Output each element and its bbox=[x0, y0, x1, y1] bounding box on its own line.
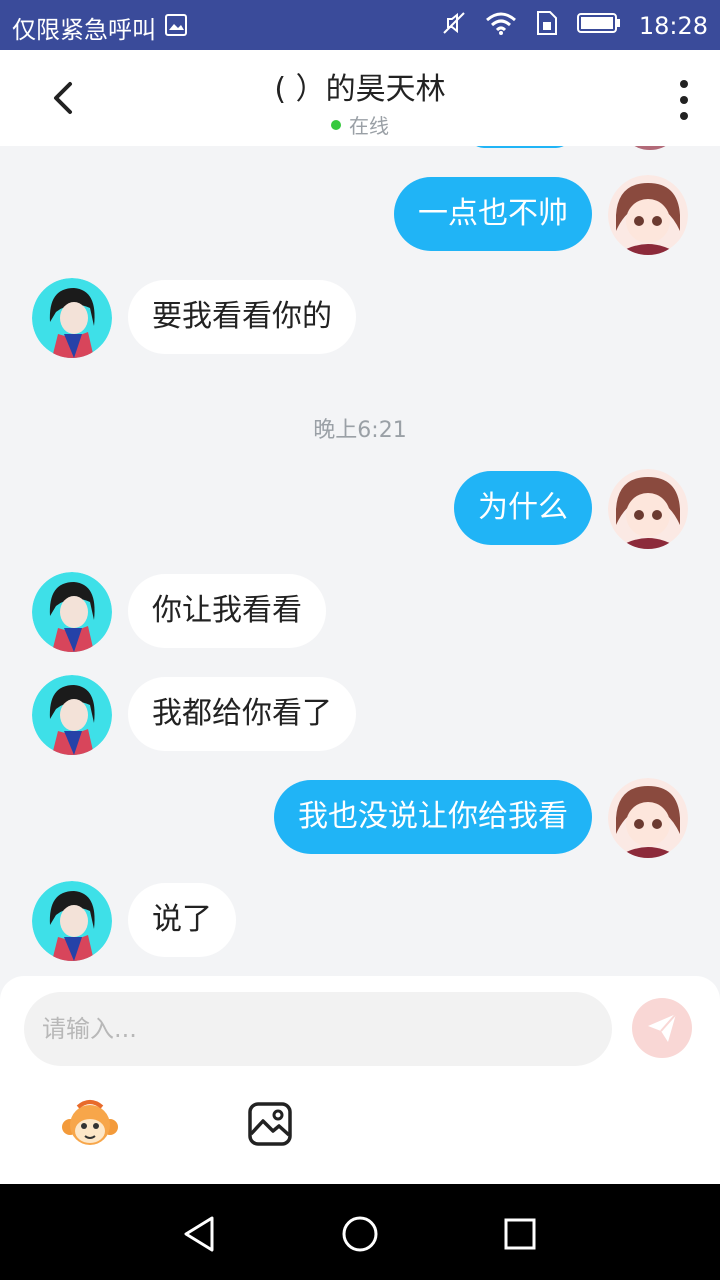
message-row-outgoing: 为什么 bbox=[0, 469, 720, 549]
more-dot-icon bbox=[680, 96, 688, 104]
my-avatar[interactable] bbox=[608, 469, 688, 549]
partial-avatar bbox=[618, 146, 682, 150]
square-recents-icon bbox=[504, 1218, 536, 1250]
system-nav-bar bbox=[0, 1184, 720, 1280]
triangle-back-icon bbox=[184, 1216, 214, 1252]
emergency-call-text: 仅限紧急呼叫 bbox=[12, 16, 156, 44]
message-bubble-outgoing[interactable]: 为什么 bbox=[454, 471, 592, 545]
message-list[interactable]: 一点也不帅 要我看看你的 晚上6:21 为什么 你让我看看 我都给你看了 我也没… bbox=[0, 146, 720, 976]
message-row-outgoing: 一点也不帅 bbox=[0, 175, 720, 255]
status-right: 18:28 bbox=[441, 10, 708, 42]
message-bubble-incoming[interactable]: 我都给你看了 bbox=[128, 677, 356, 751]
status-left: 仅限紧急呼叫 bbox=[12, 10, 188, 45]
chat-header: ( ）的昊天林 在线 bbox=[0, 50, 720, 146]
partial-bubble bbox=[468, 146, 572, 148]
message-bubble-incoming[interactable]: 你让我看看 bbox=[128, 574, 326, 648]
send-button[interactable] bbox=[632, 998, 692, 1058]
message-row-incoming: 你让我看看 bbox=[0, 572, 720, 652]
chat-title: ( ）的昊天林 bbox=[274, 72, 446, 107]
circle-home-icon bbox=[342, 1216, 378, 1252]
my-avatar[interactable] bbox=[608, 778, 688, 858]
clock: 18:28 bbox=[638, 12, 708, 40]
more-dot-icon bbox=[680, 80, 688, 88]
image-button[interactable] bbox=[240, 1094, 300, 1154]
sim-icon bbox=[535, 10, 559, 42]
send-icon bbox=[648, 1013, 677, 1042]
peer-avatar[interactable] bbox=[32, 278, 112, 358]
image-icon bbox=[248, 1102, 292, 1146]
status-bar: 仅限紧急呼叫 18:28 bbox=[0, 0, 720, 50]
my-avatar[interactable] bbox=[608, 175, 688, 255]
time-separator: 晚上6:21 bbox=[313, 418, 407, 443]
presence: 在线 bbox=[0, 110, 720, 139]
peer-avatar[interactable] bbox=[32, 881, 112, 961]
message-row-incoming: 要我看看你的 bbox=[0, 278, 720, 358]
more-options-button[interactable] bbox=[678, 80, 690, 120]
message-bubble-outgoing[interactable]: 一点也不帅 bbox=[394, 177, 592, 251]
more-dot-icon bbox=[680, 112, 688, 120]
nav-back-button[interactable] bbox=[180, 1214, 220, 1254]
wifi-icon bbox=[485, 11, 517, 41]
nav-home-button[interactable] bbox=[340, 1214, 380, 1254]
battery-icon bbox=[576, 11, 621, 41]
message-input[interactable]: 请输入... bbox=[24, 992, 612, 1066]
emoji-monkey-icon bbox=[62, 1100, 118, 1145]
peer-avatar[interactable] bbox=[32, 675, 112, 755]
message-row-incoming: 我都给你看了 bbox=[0, 675, 720, 755]
message-bubble-outgoing[interactable]: 我也没说让你给我看 bbox=[274, 780, 592, 854]
gallery-icon bbox=[164, 13, 188, 43]
nav-recents-button[interactable] bbox=[500, 1214, 540, 1254]
message-bubble-incoming[interactable]: 要我看看你的 bbox=[128, 280, 356, 354]
composer-panel: 请输入... bbox=[0, 976, 720, 1184]
emoji-button[interactable] bbox=[60, 1094, 120, 1154]
online-dot-icon bbox=[331, 119, 341, 130]
title-block: ( ）的昊天林 在线 bbox=[0, 64, 720, 139]
mute-icon bbox=[441, 10, 467, 42]
peer-avatar[interactable] bbox=[32, 572, 112, 652]
message-row-outgoing: 我也没说让你给我看 bbox=[0, 778, 720, 858]
presence-text: 在线 bbox=[349, 114, 389, 138]
message-bubble-incoming[interactable]: 说了 bbox=[128, 883, 236, 957]
message-row-incoming: 说了 bbox=[0, 881, 720, 961]
